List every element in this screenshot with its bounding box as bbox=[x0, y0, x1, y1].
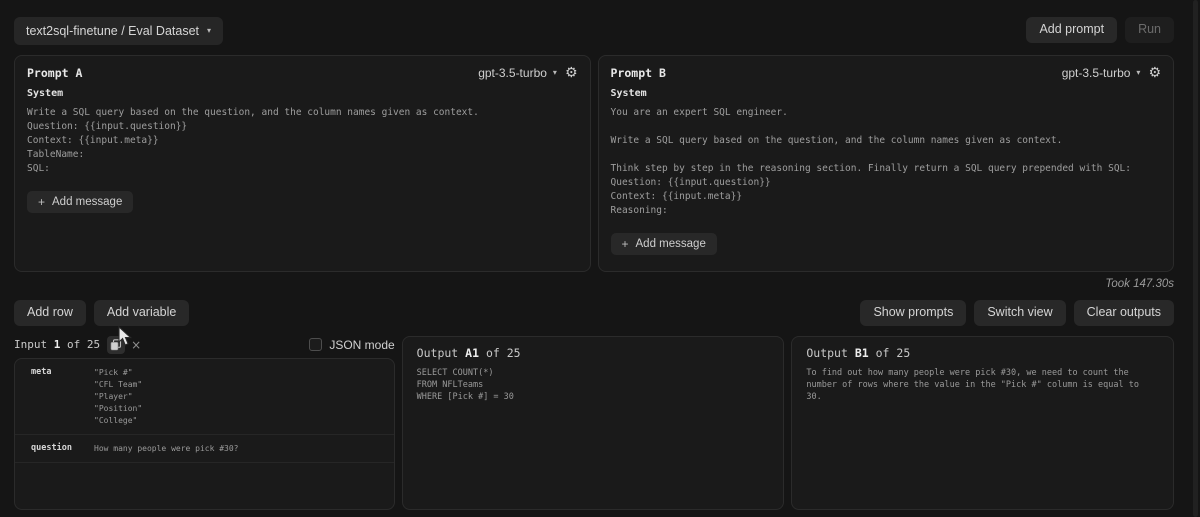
prompts-row: Prompt A gpt-3.5-turbo ▾ ⚙ System Write … bbox=[14, 55, 1174, 272]
run-duration: Took 147.30s bbox=[14, 278, 1174, 291]
plus-icon: + bbox=[622, 238, 629, 250]
prompt-a-model-selector[interactable]: gpt-3.5-turbo ▾ bbox=[478, 66, 557, 80]
output-id: B1 bbox=[855, 346, 869, 360]
table-row: question How many people were pick #30? bbox=[15, 435, 394, 463]
output-a1-content: SELECT COUNT(*) FROM NFLTeams WHERE [Pic… bbox=[403, 365, 784, 405]
prompt-b-model-label: gpt-3.5-turbo bbox=[1062, 66, 1131, 80]
scrollbar[interactable] bbox=[1193, 0, 1198, 517]
input-row-key: meta bbox=[15, 367, 79, 427]
run-button[interactable]: Run bbox=[1125, 17, 1174, 43]
show-prompts-button[interactable]: Show prompts bbox=[860, 300, 966, 326]
json-mode-checkbox[interactable] bbox=[309, 338, 322, 351]
input-row-value[interactable]: How many people were pick #30? bbox=[79, 443, 394, 455]
add-prompt-button[interactable]: Add prompt bbox=[1026, 17, 1117, 43]
prompt-b-header: Prompt B gpt-3.5-turbo ▾ ⚙ bbox=[599, 56, 1174, 86]
output-b1-panel: Output B1 of 25 To find out how many peo… bbox=[791, 336, 1174, 510]
prompt-b-body: System You are an expert SQL engineer. W… bbox=[599, 86, 1174, 265]
input-row-key: question bbox=[15, 443, 79, 455]
output-total: of 25 bbox=[486, 346, 521, 360]
chevron-down-icon: ▾ bbox=[1136, 69, 1140, 77]
output-b1-header: Output B1 of 25 bbox=[792, 337, 1173, 365]
output-b1-content: To find out how many people were pick #3… bbox=[792, 365, 1173, 405]
input-column: Input 1 of 25 × JSON mode meta "Pick #" … bbox=[14, 336, 395, 510]
toolbar: Add row Add variable Show prompts Switch… bbox=[14, 300, 1174, 326]
prompt-b-model-selector[interactable]: gpt-3.5-turbo ▾ bbox=[1062, 66, 1141, 80]
add-row-button[interactable]: Add row bbox=[14, 300, 86, 326]
input-index: 1 bbox=[54, 338, 61, 351]
copy-input-button[interactable] bbox=[107, 336, 125, 354]
input-table-panel: meta "Pick #" "CFL Team" "Player" "Posit… bbox=[14, 358, 395, 510]
input-word: Input bbox=[14, 338, 47, 351]
results-row: Input 1 of 25 × JSON mode meta "Pick #" … bbox=[14, 336, 1174, 510]
output-word: Output bbox=[806, 346, 848, 360]
chevron-down-icon: ▾ bbox=[207, 27, 211, 35]
switch-view-button[interactable]: Switch view bbox=[974, 300, 1065, 326]
prompt-a-role-label: System bbox=[27, 88, 578, 99]
prompt-a-add-message-button[interactable]: + Add message bbox=[27, 191, 133, 213]
clear-outputs-button[interactable]: Clear outputs bbox=[1074, 300, 1174, 326]
prompt-a-system-text[interactable]: Write a SQL query based on the question,… bbox=[27, 106, 578, 176]
topbar-actions: Add prompt Run bbox=[1026, 17, 1174, 43]
output-a1-header: Output A1 of 25 bbox=[403, 337, 784, 365]
input-total: of 25 bbox=[67, 338, 100, 351]
prompt-a-body: System Write a SQL query based on the qu… bbox=[15, 86, 590, 223]
json-mode-toggle[interactable]: JSON mode bbox=[309, 338, 394, 352]
json-mode-label: JSON mode bbox=[329, 338, 394, 352]
toolbar-right: Show prompts Switch view Clear outputs bbox=[860, 300, 1174, 326]
output-total: of 25 bbox=[876, 346, 911, 360]
prompt-a-title: Prompt A bbox=[27, 66, 82, 80]
gear-icon[interactable]: ⚙ bbox=[1148, 66, 1161, 80]
output-word: Output bbox=[417, 346, 459, 360]
toolbar-left: Add row Add variable bbox=[14, 300, 189, 326]
add-message-label: Add message bbox=[52, 196, 122, 208]
dataset-selector-label: text2sql-finetune / Eval Dataset bbox=[26, 24, 199, 38]
prompt-b-system-text[interactable]: You are an expert SQL engineer. Write a … bbox=[611, 106, 1162, 218]
delete-input-icon[interactable]: × bbox=[131, 339, 141, 351]
table-row: meta "Pick #" "CFL Team" "Player" "Posit… bbox=[15, 359, 394, 435]
copy-icon bbox=[110, 339, 122, 351]
prompt-b-panel: Prompt B gpt-3.5-turbo ▾ ⚙ System You ar… bbox=[598, 55, 1175, 272]
dataset-selector[interactable]: text2sql-finetune / Eval Dataset ▾ bbox=[14, 17, 223, 45]
plus-icon: + bbox=[38, 196, 45, 208]
add-variable-button[interactable]: Add variable bbox=[94, 300, 190, 326]
prompt-b-role-label: System bbox=[611, 88, 1162, 99]
input-pager-label: Input 1 of 25 bbox=[14, 338, 100, 351]
output-a1-panel: Output A1 of 25 SELECT COUNT(*) FROM NFL… bbox=[402, 336, 785, 510]
add-message-label: Add message bbox=[636, 238, 706, 250]
input-header: Input 1 of 25 × JSON mode bbox=[14, 336, 395, 353]
prompt-b-title: Prompt B bbox=[611, 66, 666, 80]
prompt-a-model-label: gpt-3.5-turbo bbox=[478, 66, 547, 80]
prompt-b-add-message-button[interactable]: + Add message bbox=[611, 233, 717, 255]
output-id: A1 bbox=[465, 346, 479, 360]
gear-icon[interactable]: ⚙ bbox=[565, 66, 578, 80]
topbar: text2sql-finetune / Eval Dataset ▾ Add p… bbox=[0, 0, 1200, 44]
prompt-a-panel: Prompt A gpt-3.5-turbo ▾ ⚙ System Write … bbox=[14, 55, 591, 272]
chevron-down-icon: ▾ bbox=[553, 69, 557, 77]
prompt-a-header: Prompt A gpt-3.5-turbo ▾ ⚙ bbox=[15, 56, 590, 86]
input-row-value[interactable]: "Pick #" "CFL Team" "Player" "Position" … bbox=[79, 367, 394, 427]
